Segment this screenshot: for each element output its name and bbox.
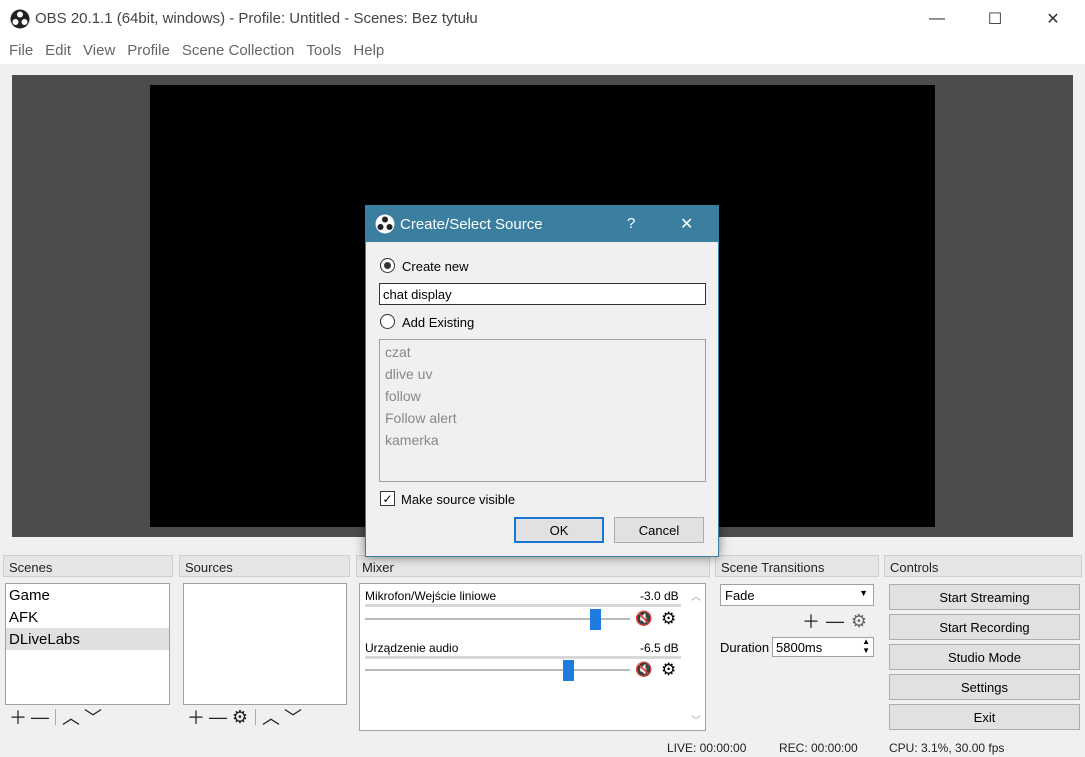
volume-meter — [365, 656, 681, 659]
mixer-scrollbar[interactable]: ︿ ﹀ — [689, 588, 703, 728]
menu-bar: File Edit View Profile Scene Collection … — [0, 38, 1085, 64]
scenes-list[interactable]: Game AFK DLiveLabs — [5, 583, 170, 705]
mixer-dock-title: Mixer — [356, 555, 710, 577]
mixer-db-value: -3.0 dB — [640, 589, 679, 603]
mixer-source-name: Urządzenie audio — [365, 641, 459, 655]
menu-view[interactable]: View — [77, 38, 121, 64]
transitions-dock-title: Scene Transitions — [715, 555, 879, 577]
duration-value: 5800ms — [776, 640, 823, 655]
controls-dock-title: Controls — [884, 555, 1082, 577]
add-existing-label: Add Existing — [402, 315, 475, 330]
live-timer: LIVE: 00:00:00 — [667, 741, 747, 755]
scenes-dock-title: Scenes — [3, 555, 173, 577]
duration-spinbox[interactable]: 5800ms ▲ ▼ — [772, 637, 874, 657]
settings-button[interactable]: Settings — [889, 674, 1080, 700]
add-existing-radio[interactable] — [380, 314, 395, 329]
duration-label: Duration — [720, 640, 770, 655]
window-title: OBS 20.1.1 (64bit, windows) - Profile: U… — [35, 10, 478, 27]
transition-select[interactable]: Fade ▼ — [720, 584, 874, 606]
move-up-icon[interactable]: ︿ — [260, 706, 282, 728]
toolbar-separator — [55, 709, 56, 725]
remove-source-icon[interactable]: — — [207, 706, 229, 728]
cpu-status: CPU: 3.1%, 30.00 fps — [889, 741, 1005, 755]
dialog-title-bar: Create/Select Source ? ✕ — [366, 206, 718, 242]
volume-slider-thumb[interactable] — [563, 660, 574, 681]
source-properties-gear-icon[interactable]: ⚙ — [229, 706, 251, 728]
list-item[interactable]: follow — [385, 388, 700, 410]
ok-button[interactable]: OK — [514, 517, 604, 543]
menu-edit[interactable]: Edit — [39, 38, 77, 64]
volume-slider-thumb[interactable] — [590, 609, 601, 630]
dialog-close-button[interactable]: ✕ — [680, 214, 693, 234]
menu-profile[interactable]: Profile — [121, 38, 176, 64]
sources-toolbar: ＋ — ⚙ ︿ ﹀ — [185, 706, 304, 729]
scroll-down-icon[interactable]: ﹀ — [691, 712, 701, 727]
chevron-down-icon: ▼ — [859, 588, 868, 598]
cancel-button[interactable]: Cancel — [614, 517, 704, 543]
remove-scene-icon[interactable]: — — [29, 706, 51, 728]
scene-item[interactable]: Game — [6, 584, 169, 606]
scene-item-selected[interactable]: DLiveLabs — [6, 628, 169, 650]
help-button[interactable]: ? — [627, 215, 635, 232]
dialog-title: Create/Select Source — [400, 216, 543, 233]
source-name-input[interactable] — [379, 283, 706, 305]
mute-speaker-icon[interactable]: 🔇 — [635, 661, 652, 678]
mixer-db-value: -6.5 dB — [640, 641, 679, 655]
obs-logo-icon — [10, 9, 30, 29]
create-select-source-dialog: Create/Select Source ? ✕ Create new Add … — [365, 205, 719, 557]
mute-speaker-icon[interactable]: 🔇 — [635, 610, 652, 627]
mixer-gear-icon[interactable]: ⚙ — [661, 609, 676, 629]
menu-help[interactable]: Help — [347, 38, 390, 64]
add-transition-icon[interactable]: ＋ — [800, 610, 822, 632]
scene-item[interactable]: AFK — [6, 606, 169, 628]
list-item[interactable]: Follow alert — [385, 410, 700, 432]
transition-select-value: Fade — [725, 588, 755, 603]
move-down-icon[interactable]: ﹀ — [82, 706, 104, 728]
existing-sources-list[interactable]: czat dlive uv follow Follow alert kamerk… — [379, 339, 706, 482]
mixer-gear-icon[interactable]: ⚙ — [661, 660, 676, 680]
exit-button[interactable]: Exit — [889, 704, 1080, 730]
scenes-toolbar: ＋ — ︿ ﹀ — [7, 706, 104, 729]
add-source-icon[interactable]: ＋ — [185, 706, 207, 728]
spin-arrows-icon[interactable]: ▲ ▼ — [862, 637, 870, 655]
remove-transition-icon[interactable]: — — [824, 610, 846, 632]
move-up-icon[interactable]: ︿ — [60, 706, 82, 728]
mixer-source-name: Mikrofon/Wejście liniowe — [365, 589, 497, 603]
studio-mode-button[interactable]: Studio Mode — [889, 644, 1080, 670]
menu-file[interactable]: File — [3, 38, 39, 64]
volume-meter — [365, 604, 681, 607]
scroll-up-icon[interactable]: ︿ — [691, 588, 701, 603]
obs-logo-icon — [375, 214, 395, 234]
menu-tools[interactable]: Tools — [300, 38, 347, 64]
make-visible-checkbox[interactable]: ✓ — [380, 491, 395, 506]
create-new-label: Create new — [402, 259, 469, 274]
close-button[interactable]: ✕ — [1024, 0, 1082, 38]
add-scene-icon[interactable]: ＋ — [7, 706, 29, 728]
create-new-radio[interactable] — [380, 258, 395, 273]
menu-scene-collection[interactable]: Scene Collection — [176, 38, 301, 64]
toolbar-separator — [255, 709, 256, 725]
volume-slider-track[interactable] — [365, 669, 630, 671]
list-item[interactable]: kamerka — [385, 432, 700, 454]
move-down-icon[interactable]: ﹀ — [282, 706, 304, 728]
start-recording-button[interactable]: Start Recording — [889, 614, 1080, 640]
maximize-button[interactable]: ☐ — [966, 0, 1024, 38]
rec-timer: REC: 00:00:00 — [779, 741, 858, 755]
title-bar: OBS 20.1.1 (64bit, windows) - Profile: U… — [0, 0, 1085, 38]
list-item[interactable]: czat — [385, 344, 700, 366]
transition-gear-icon[interactable]: ⚙ — [848, 610, 870, 632]
sources-list[interactable] — [183, 583, 347, 705]
start-streaming-button[interactable]: Start Streaming — [889, 584, 1080, 610]
sources-dock-title: Sources — [179, 555, 350, 577]
make-visible-label: Make source visible — [401, 492, 516, 507]
transition-toolbar: ＋ — ⚙ — [800, 610, 870, 633]
minimize-button[interactable]: — — [908, 0, 966, 38]
mixer-panel: Mikrofon/Wejście liniowe -3.0 dB 🔇 ⚙ Urz… — [359, 583, 706, 731]
list-item[interactable]: dlive uv — [385, 366, 700, 388]
